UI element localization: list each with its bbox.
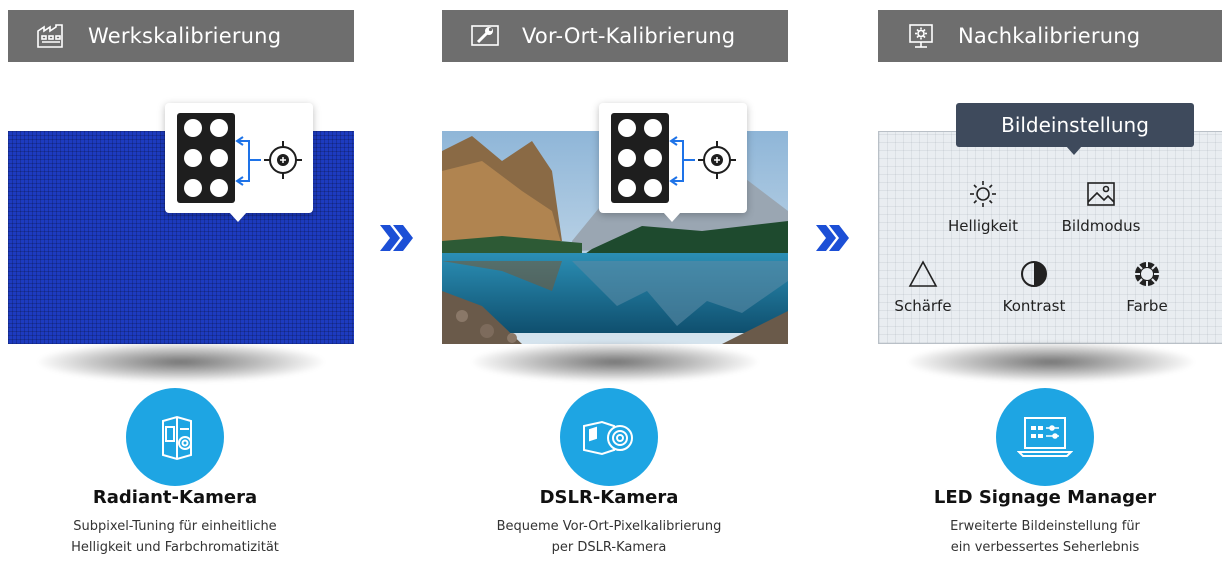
setting-label: Schärfe [894, 297, 952, 315]
calibration-popover [165, 103, 313, 222]
step-factory-calibration: Werkskalibrierung Radiant-Kamera Subpixe… [8, 0, 378, 561]
setting-label: Farbe [1126, 297, 1168, 315]
pixel-calibration-icon [177, 113, 302, 203]
step-header: Nachkalibrierung [878, 10, 1222, 62]
calibration-popover [599, 103, 747, 222]
step-title: Vor-Ort-Kalibrierung [522, 24, 736, 48]
caption-line: Erweiterte Bildeinstellung für [950, 519, 1140, 534]
caption-title: LED Signage Manager [933, 487, 1157, 508]
setting-label: Bildmodus [1061, 217, 1141, 235]
tooltip-label: Bildeinstellung [1001, 113, 1149, 137]
setting-picture-mode: Bildmodus [1046, 178, 1156, 235]
setting-sharpness: Schärfe [868, 258, 978, 315]
picture-settings-tooltip: Bildeinstellung [956, 103, 1194, 155]
setting-brightness: Helligkeit [928, 178, 1038, 235]
panel-shadow [38, 342, 324, 382]
step-onsite-calibration: Vor-Ort-Kalibrierung DSLR-Kamera Bequeme… [442, 0, 812, 561]
caption-line: ein verbessertes Seherlebnis [950, 540, 1140, 555]
caption-line: Helligkeit und Farbchromatizität [71, 540, 279, 555]
panel-shadow [472, 342, 758, 382]
image-icon [1087, 182, 1115, 206]
dslr-camera-badge [560, 388, 658, 486]
double-chevron-right-icon [380, 225, 413, 251]
double-chevron-right-icon [816, 225, 849, 251]
color-wheel-icon [1134, 261, 1160, 287]
step-title: Werkskalibrierung [88, 24, 282, 48]
step-header: Vor-Ort-Kalibrierung [442, 10, 788, 62]
monitor-settings-icon [906, 23, 936, 49]
setting-color: Farbe [1092, 258, 1202, 315]
caption-description: Erweiterte Bildeinstellung für ein verbe… [878, 516, 1212, 558]
caption-line: Subpixel-Tuning für einheitliche [73, 519, 277, 534]
tool-screen-icon [470, 23, 500, 49]
caption-title: DSLR-Kamera [539, 487, 679, 508]
caption-description: Subpixel-Tuning für einheitliche Helligk… [8, 516, 342, 558]
sun-icon [970, 181, 996, 207]
laptop-icon [1017, 417, 1073, 457]
factory-icon [36, 23, 66, 49]
pixel-calibration-icon [611, 113, 736, 203]
step-post-calibration: Nachkalibrierung Bildeinstellung Helligk… [878, 0, 1222, 561]
caption-description: Bequeme Vor-Ort-Pixelkalibrierung per DS… [442, 516, 776, 558]
caption-line: per DSLR-Kamera [551, 540, 667, 555]
triangle-icon [908, 260, 938, 287]
step-title: Nachkalibrierung [958, 24, 1141, 48]
radiant-camera-badge [126, 388, 224, 486]
setting-label: Helligkeit [948, 217, 1018, 235]
dslr-camera-icon [583, 420, 633, 456]
setting-label: Kontrast [1002, 297, 1066, 315]
step-header: Werkskalibrierung [8, 10, 354, 62]
setting-contrast: Kontrast [979, 258, 1089, 315]
signage-manager-badge [996, 388, 1094, 486]
contrast-icon [1021, 261, 1047, 287]
panel-shadow [908, 342, 1194, 382]
caption-title: Radiant-Kamera [92, 487, 258, 508]
caption-line: Bequeme Vor-Ort-Pixelkalibrierung [496, 519, 722, 534]
camera-box-icon [162, 415, 192, 461]
